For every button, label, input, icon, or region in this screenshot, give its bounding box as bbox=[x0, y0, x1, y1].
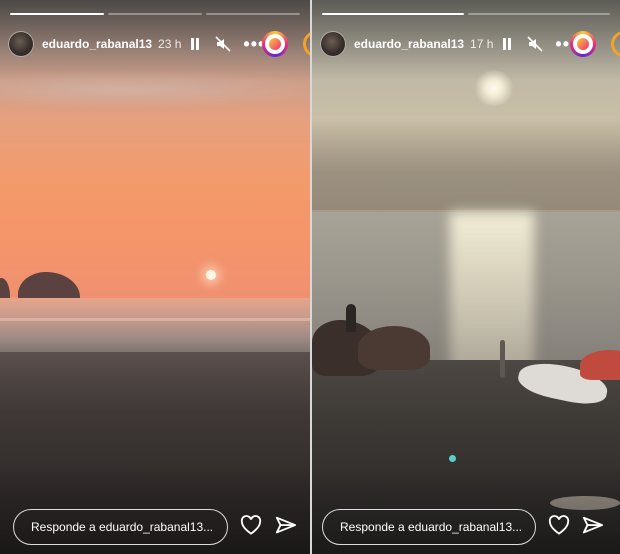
reply-input[interactable]: Responde a eduardo_rabanal13... bbox=[322, 509, 536, 545]
story-ring-icon[interactable] bbox=[262, 31, 288, 57]
person-silhouette bbox=[500, 340, 505, 378]
story-progress bbox=[322, 13, 610, 15]
progress-segment bbox=[108, 13, 202, 15]
progress-segment bbox=[322, 13, 464, 15]
story-ring-icon[interactable] bbox=[570, 31, 596, 57]
story-progress bbox=[10, 13, 300, 15]
pause-icon[interactable] bbox=[189, 37, 201, 51]
send-icon[interactable] bbox=[582, 515, 604, 537]
progress-segment bbox=[206, 13, 300, 15]
username[interactable]: eduardo_rabanal13 bbox=[354, 37, 464, 51]
send-icon[interactable] bbox=[275, 515, 297, 537]
story-header: eduardo_rabanal13 23 h ••• bbox=[8, 30, 310, 58]
story-panel-right[interactable]: eduardo_rabanal13 17 h ••• Responde a ed… bbox=[312, 0, 620, 554]
story-ring-icon[interactable] bbox=[611, 31, 620, 57]
heart-icon[interactable] bbox=[548, 515, 572, 537]
progress-segment bbox=[10, 13, 104, 15]
speaker-muted-icon[interactable] bbox=[527, 36, 543, 52]
sea bbox=[0, 298, 310, 354]
light-spot bbox=[449, 455, 456, 462]
progress-segment bbox=[468, 13, 610, 15]
boulder bbox=[358, 326, 430, 370]
person-silhouette bbox=[346, 304, 356, 332]
avatar[interactable] bbox=[320, 31, 346, 57]
timestamp: 23 h bbox=[158, 37, 182, 51]
pause-icon[interactable] bbox=[501, 37, 513, 51]
sun bbox=[206, 270, 216, 280]
sun-reflection bbox=[450, 212, 534, 382]
umbrella bbox=[580, 350, 620, 380]
story-panel-left[interactable]: eduardo_rabanal13 23 h ••• Responde a ed… bbox=[0, 0, 310, 554]
sea-glint bbox=[0, 318, 310, 321]
heart-icon[interactable] bbox=[240, 515, 264, 537]
reply-input[interactable]: Responde a eduardo_rabanal13... bbox=[13, 509, 228, 545]
story-ring-icon[interactable] bbox=[303, 31, 310, 57]
haze bbox=[312, 120, 620, 210]
avatar[interactable] bbox=[8, 31, 34, 57]
story-header: eduardo_rabanal13 17 h ••• bbox=[320, 30, 620, 58]
timestamp: 17 h bbox=[470, 37, 494, 51]
speaker-muted-icon[interactable] bbox=[215, 36, 231, 52]
username[interactable]: eduardo_rabanal13 bbox=[42, 37, 152, 51]
